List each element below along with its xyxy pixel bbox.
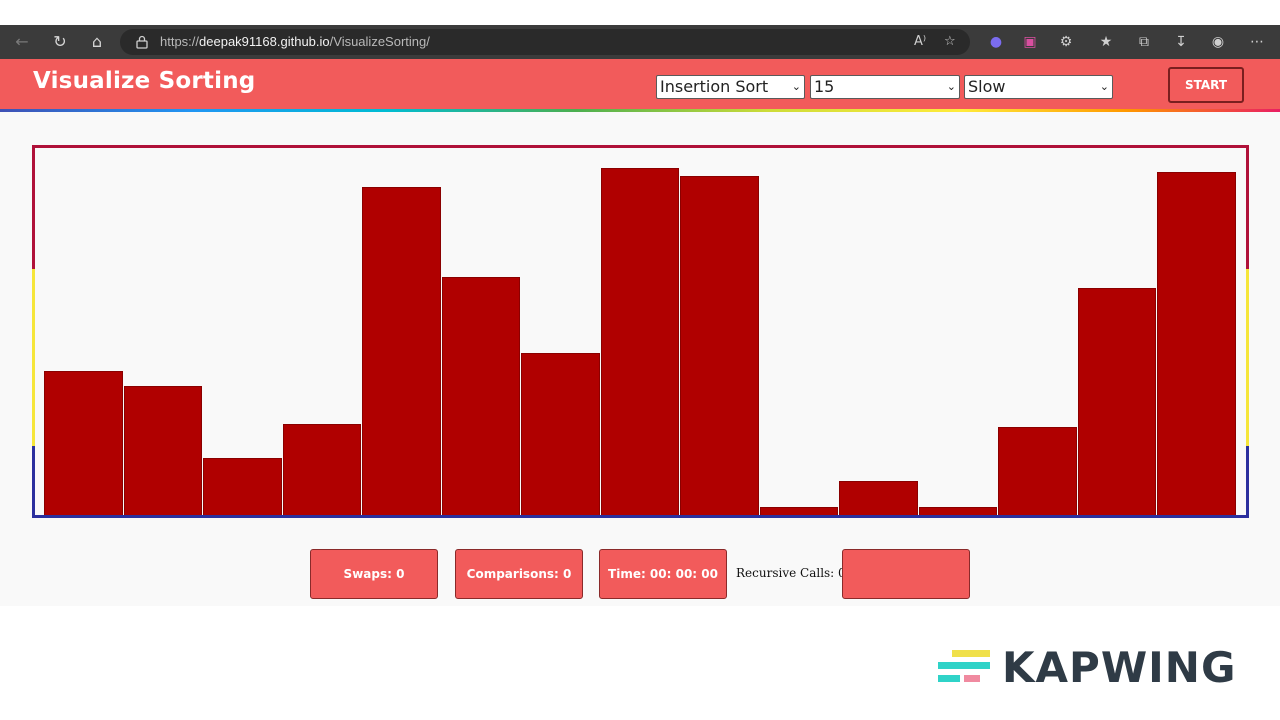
- recursive-calls-label: Recursive Calls: 0: [736, 566, 846, 580]
- lock-icon[interactable]: [136, 35, 148, 49]
- favorite-star-icon[interactable]: ☆: [944, 34, 956, 49]
- read-aloud-icon[interactable]: A⁾: [914, 34, 926, 49]
- kapwing-watermark: KAPWING: [938, 645, 1248, 690]
- speed-select-value: Slow: [968, 77, 1006, 96]
- top-strip: [0, 0, 1280, 25]
- favorites-icon[interactable]: ★: [1097, 33, 1115, 51]
- more-menu-icon[interactable]: ⋯: [1248, 33, 1266, 51]
- browser-toolbar: ← ↻ ⌂ https://deepak91168.github.io/Visu…: [0, 25, 1280, 59]
- swaps-counter[interactable]: Swaps: 0: [310, 549, 438, 599]
- back-arrow-icon[interactable]: ←: [13, 33, 31, 51]
- app-title: Visualize Sorting: [33, 68, 256, 94]
- url-path: /VisualizeSorting/: [329, 34, 430, 49]
- array-size-select[interactable]: 15 ⌄: [810, 75, 960, 99]
- time-counter[interactable]: Time: 00: 00: 00: [599, 549, 727, 599]
- profile-avatar-icon[interactable]: ◉: [1209, 33, 1227, 51]
- blank-stat-button[interactable]: [842, 549, 970, 599]
- algorithm-select-value: Insertion Sort: [660, 77, 769, 96]
- address-bar[interactable]: https://deepak91168.github.io/VisualizeS…: [120, 29, 970, 55]
- array-size-select-value: 15: [814, 77, 835, 96]
- chevron-down-icon: ⌄: [1099, 80, 1109, 93]
- url-text[interactable]: https://deepak91168.github.io/VisualizeS…: [160, 34, 430, 49]
- url-prefix: https://: [160, 34, 200, 49]
- bars-container: [32, 145, 1249, 518]
- algorithm-select[interactable]: Insertion Sort ⌄: [656, 75, 805, 99]
- extension-square-icon[interactable]: ▣: [1021, 33, 1039, 51]
- collections-icon[interactable]: ⧉: [1135, 33, 1153, 51]
- home-icon[interactable]: ⌂: [88, 33, 106, 51]
- extensions-puzzle-icon[interactable]: ⚙: [1057, 33, 1075, 51]
- kapwing-wordmark: KAPWING: [1002, 643, 1237, 692]
- start-button[interactable]: START: [1168, 67, 1244, 103]
- url-host: deepak91168.github.io: [199, 34, 330, 49]
- downloads-icon[interactable]: ↧: [1172, 33, 1190, 51]
- chevron-down-icon: ⌄: [946, 80, 956, 93]
- reload-icon[interactable]: ↻: [51, 33, 69, 51]
- kapwing-logo-icon: [938, 650, 990, 682]
- comparisons-counter[interactable]: Comparisons: 0: [455, 549, 583, 599]
- speed-select[interactable]: Slow ⌄: [964, 75, 1113, 99]
- extension-icon[interactable]: ●: [987, 33, 1005, 51]
- chevron-down-icon: ⌄: [791, 80, 801, 93]
